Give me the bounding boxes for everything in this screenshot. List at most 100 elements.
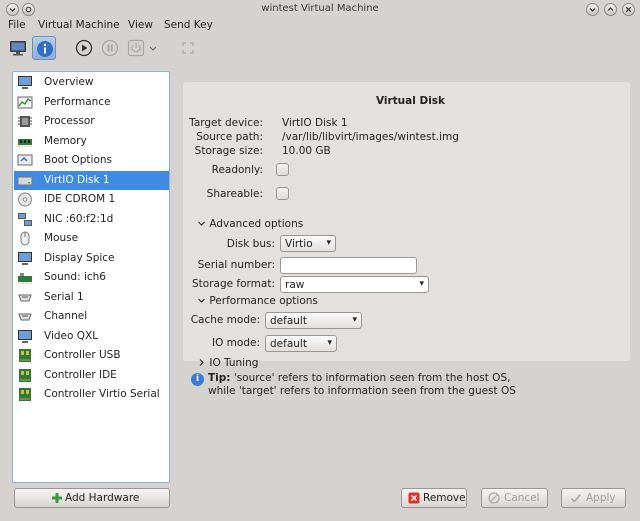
shutdown-button[interactable] [124,36,148,60]
cache-mode-label: Cache mode: [190,314,260,326]
hardware-item-processor[interactable]: Processor [14,112,169,131]
hardware-item-channel[interactable]: Channel [14,307,169,326]
hardware-item-label: Controller USB [44,349,121,361]
cdrom-icon [18,192,32,207]
shutdown-menu-button[interactable] [146,36,160,60]
show-details-button[interactable] [32,36,56,60]
hardware-item-memory[interactable]: Memory [14,132,169,151]
minimize-icon [589,8,596,12]
performance-options-label: Performance options [209,295,318,307]
serial-number-label: Serial number: [197,259,275,271]
add-hardware-label: Add Hardware [65,492,140,504]
menu-view[interactable]: View [128,19,153,31]
chevron-down-icon: ▾ [326,238,331,248]
minimize-button[interactable] [586,3,599,16]
readonly-checkbox[interactable] [276,163,289,176]
fullscreen-icon [182,42,194,54]
remove-button[interactable]: Remove [401,488,467,508]
menu-file[interactable]: File [8,19,26,31]
remove-icon [408,492,420,504]
add-hardware-button[interactable]: Add Hardware [14,488,170,508]
processor-icon [18,116,32,127]
hardware-item-sound[interactable]: Sound: ich6 [14,268,169,287]
hardware-item-controller-ide[interactable]: Controller IDE [14,366,169,385]
hardware-item-label: Overview [44,76,94,88]
storage-format-combo[interactable]: raw ▾ [280,276,429,293]
menu-virtual-machine[interactable]: Virtual Machine [38,19,120,31]
io-mode-label: IO mode: [211,337,260,349]
virtual-disk-panel: Virtual Disk Target device: VirtIO Disk … [183,82,630,369]
maximize-icon [607,7,614,11]
hardware-item-label: Controller Virtio Serial [44,388,160,400]
close-icon [625,6,632,13]
hardware-item-controller-usb[interactable]: Controller USB [14,346,169,365]
toolbar [0,34,640,62]
hardware-list[interactable]: Overview Performance Processor Memory Bo… [12,71,170,483]
cache-mode-select[interactable]: default ▾ [265,312,362,329]
hardware-item-label: Display Spice [44,251,115,264]
remove-label: Remove [423,492,466,504]
advanced-options-label: Advanced options [209,218,304,230]
hardware-item-ide-cdrom-1[interactable]: IDE CDROM 1 [14,190,169,209]
maximize-button[interactable] [604,3,617,16]
performance-options-expander[interactable]: Performance options [197,295,318,307]
title-bar[interactable]: wintest Virtual Machine [0,0,640,18]
chevron-down-icon [149,46,157,51]
hardware-item-label: Controller IDE [44,368,117,381]
hardware-item-label: Video QXL [44,329,99,342]
monitor-icon [18,76,32,89]
close-button[interactable] [622,3,635,16]
show-console-button[interactable] [6,36,30,60]
readonly-label: Readonly: [211,164,263,176]
hardware-item-label: Channel [44,310,88,322]
run-button[interactable] [72,36,96,60]
chevron-down-icon: ▾ [419,279,424,289]
hardware-item-controller-virtio-serial[interactable]: Controller Virtio Serial [14,385,169,404]
chevron-down-icon: ▾ [352,315,357,325]
shareable-checkbox[interactable] [276,187,289,200]
hardware-item-mouse[interactable]: Mouse [14,229,169,248]
source-path-label: Source path: [196,131,263,143]
hardware-item-label: Mouse [44,232,79,244]
disk-bus-select[interactable]: Virtio ▾ [280,235,336,252]
tip-prefix: Tip: [208,372,231,384]
hardware-item-video-qxl[interactable]: Video QXL [14,327,169,346]
cancel-icon [488,492,500,504]
hardware-item-label: Performance [44,95,111,108]
hardware-item-performance[interactable]: Performance [14,93,169,112]
chevron-right-icon [199,359,204,366]
cancel-button[interactable]: Cancel [481,488,548,508]
play-icon [75,39,93,57]
target-device-value: VirtIO Disk 1 [282,117,348,129]
hardware-item-virtio-disk-1[interactable]: VirtIO Disk 1 [14,170,169,190]
hardware-item-label: NIC :60:f2:1d [44,212,114,225]
vm-details-window: wintest Virtual Machine File Virtual Mac… [0,0,640,521]
io-tuning-expander[interactable]: IO Tuning [197,357,258,369]
hardware-item-overview[interactable]: Overview [14,73,169,92]
cancel-label: Cancel [504,492,540,504]
pause-button[interactable] [98,36,122,60]
controller-icon [19,349,31,362]
source-path-value: /var/lib/libvirt/images/wintest.img [282,131,459,143]
menu-send-key[interactable]: Send Key [164,19,213,31]
hardware-item-boot-options[interactable]: Boot Options [14,151,169,170]
pause-icon [101,39,119,57]
advanced-options-expander[interactable]: Advanced options [197,218,303,230]
hardware-item-display-spice[interactable]: Display Spice [14,249,169,268]
menu-bar: File Virtual Machine View Send Key [0,18,640,34]
info-icon: i [191,373,204,386]
hardware-item-serial-1[interactable]: Serial 1 [14,288,169,307]
serial-icon [18,294,32,301]
serial-number-input[interactable] [280,257,417,274]
apply-label: Apply [586,492,616,504]
apply-button[interactable]: Apply [561,488,626,508]
fullscreen-button[interactable] [176,36,200,60]
mouse-icon [20,231,30,246]
hardware-item-nic[interactable]: NIC :60:f2:1d [14,210,169,229]
hardware-item-label: Boot Options [44,154,113,166]
hardware-item-label: Serial 1 [44,290,84,303]
boot-icon [17,154,33,166]
shareable-label: Shareable: [206,188,263,200]
tip-line-2: while 'target' refers to information see… [208,385,516,397]
io-mode-select[interactable]: default ▾ [265,335,337,352]
